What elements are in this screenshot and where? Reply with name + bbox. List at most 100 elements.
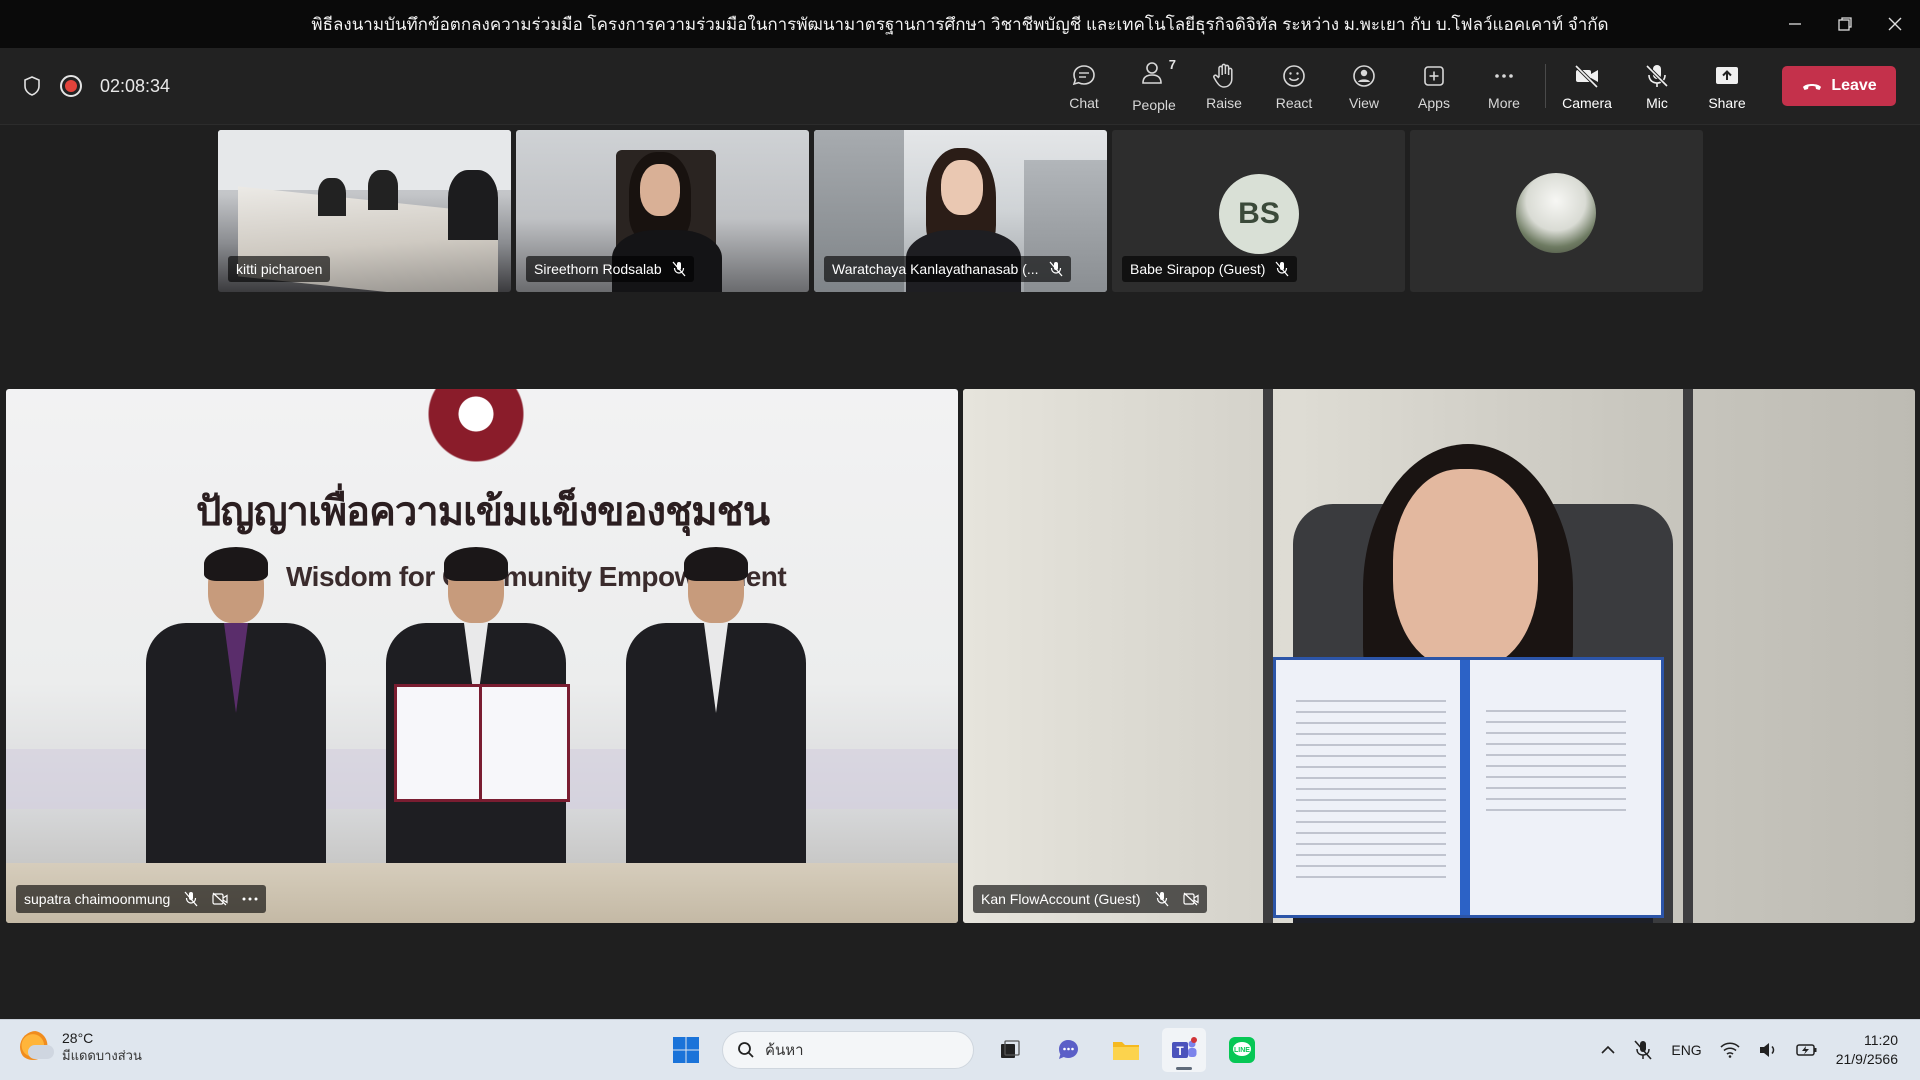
react-button[interactable]: React	[1259, 62, 1329, 111]
mic-muted-tray-icon[interactable]	[1633, 1039, 1653, 1061]
chat-button[interactable]: Chat	[1049, 62, 1119, 111]
participant-video[interactable]: ปัญญาเพื่อความเข้มแข็งของชุมชน Wisdom fo…	[6, 389, 958, 923]
shield-icon[interactable]	[22, 75, 42, 97]
input-language[interactable]: ENG	[1671, 1042, 1701, 1058]
more-dots-icon	[1495, 73, 1513, 78]
participant-name-tag: Waratchaya Kanlayathanasab (...	[824, 256, 1071, 282]
weather-condition: มีแดดบางส่วน	[62, 1048, 142, 1063]
weather-temperature: 28°C	[62, 1030, 94, 1046]
mic-button[interactable]: Mic	[1622, 62, 1692, 111]
chat-icon	[1072, 64, 1095, 85]
participant-tile[interactable]: Waratchaya Kanlayathanasab (...	[814, 130, 1107, 292]
windows-taskbar: 28°C มีแดดบางส่วน ค้นหา T LINE ENG 11:20…	[0, 1019, 1920, 1080]
partly-sunny-icon	[20, 1031, 54, 1063]
video-off-icon	[1182, 892, 1199, 906]
participant-name-tag: Sireethorn Rodsalab	[526, 256, 694, 282]
start-button[interactable]	[664, 1028, 708, 1072]
battery-charging-icon[interactable]	[1795, 1042, 1818, 1058]
mic-muted-icon	[1155, 891, 1169, 907]
weather-widget[interactable]: 28°C มีแดดบางส่วน	[20, 1030, 142, 1064]
restore-icon	[1838, 17, 1852, 31]
window-frame	[1683, 389, 1693, 923]
weather-text: 28°C มีแดดบางส่วน	[62, 1030, 142, 1064]
taskbar-chat-app[interactable]	[1046, 1028, 1090, 1072]
volume-icon[interactable]	[1758, 1042, 1778, 1058]
taskbar-apps: ค้นหา T LINE	[664, 1028, 1264, 1072]
svg-text:LINE: LINE	[1234, 1047, 1250, 1054]
share-label: Share	[1708, 94, 1746, 111]
minimize-button[interactable]	[1770, 0, 1820, 48]
mic-muted-icon	[672, 261, 686, 277]
person-right	[626, 547, 806, 883]
participant-video[interactable]: Kan FlowAccount (Guest)	[963, 389, 1915, 923]
taskbar-search[interactable]: ค้นหา	[722, 1031, 974, 1069]
close-window-button[interactable]	[1870, 0, 1920, 48]
people-button[interactable]: 7 People	[1119, 57, 1189, 113]
teams-chat-icon	[1059, 1040, 1078, 1059]
apps-label: Apps	[1418, 94, 1450, 111]
seated-person	[318, 178, 346, 216]
close-icon	[1888, 17, 1902, 31]
raise-hand-button[interactable]: Raise	[1189, 62, 1259, 111]
mic-muted-icon	[1275, 261, 1289, 277]
chevron-up-icon[interactable]	[1601, 1045, 1615, 1055]
smiley-icon	[1283, 64, 1305, 87]
mic-off-icon	[1645, 64, 1669, 87]
participant-name: Sireethorn Rodsalab	[534, 261, 662, 277]
line-app-button[interactable]: LINE	[1220, 1028, 1264, 1072]
share-screen-icon	[1716, 66, 1738, 84]
participant-name: Babe Sirapop (Guest)	[1130, 261, 1266, 277]
participant-thumbnails: kitti picharoen Sireethorn Rodsalab Wara…	[218, 130, 1703, 292]
avatar: BS	[1219, 174, 1299, 254]
participant-face	[1393, 469, 1538, 669]
teams-icon: T	[1172, 1037, 1197, 1058]
view-icon	[1353, 64, 1375, 87]
mic-muted-icon	[1049, 261, 1062, 277]
video-off-icon	[212, 892, 228, 906]
people-icon-wrap: 7	[1140, 57, 1176, 92]
apps-button[interactable]: Apps	[1399, 62, 1469, 111]
clock-time: 11:20	[1864, 1032, 1898, 1048]
file-explorer-button[interactable]	[1104, 1028, 1148, 1072]
window-frame	[1263, 389, 1273, 923]
recording-indicator-icon	[60, 75, 82, 97]
camera-button[interactable]: Camera	[1552, 62, 1622, 111]
participant-tile[interactable]: kitti picharoen	[218, 130, 511, 292]
taskbar-clock[interactable]: 11:20 21/9/2566	[1836, 1031, 1898, 1069]
leave-label: Leave	[1831, 77, 1877, 94]
people-count: 7	[1168, 57, 1176, 72]
people-label: People	[1132, 97, 1176, 113]
wifi-icon[interactable]	[1720, 1042, 1740, 1058]
backdrop-slogan: ปัญญาเพื่อความเข้มแข็งของชุมชน	[196, 490, 770, 534]
task-view-icon	[1001, 1040, 1020, 1058]
participant-tile[interactable]	[1410, 130, 1703, 292]
more-options-icon[interactable]	[242, 896, 258, 902]
participant-face	[640, 164, 680, 216]
view-label: View	[1348, 94, 1380, 111]
restore-button[interactable]	[1820, 0, 1870, 48]
svg-text:T: T	[1176, 1044, 1184, 1058]
meeting-toolbar: 02:08:34 Chat 7 People Raise React View	[0, 48, 1920, 125]
clock-date: 21/9/2566	[1835, 1051, 1898, 1067]
leave-button[interactable]: Leave	[1782, 66, 1896, 106]
participant-tile[interactable]: BS Babe Sirapop (Guest)	[1112, 130, 1405, 292]
mic-muted-icon	[184, 891, 198, 907]
window-background	[963, 389, 1273, 923]
more-label: More	[1488, 94, 1520, 111]
task-view-button[interactable]	[988, 1028, 1032, 1072]
teams-button[interactable]: T	[1162, 1028, 1206, 1072]
camera-off-icon	[1574, 64, 1599, 88]
share-button[interactable]: Share	[1692, 62, 1762, 111]
participant-name: Kan FlowAccount (Guest)	[981, 891, 1141, 907]
window-title: พิธีลงนามบันทึกข้อตกลงความร่วมมือ โครงกา…	[311, 14, 1609, 34]
participant-tile[interactable]: Sireethorn Rodsalab	[516, 130, 809, 292]
phone-hangup-icon	[1803, 84, 1822, 90]
people-icon	[1142, 62, 1162, 84]
raise-hand-icon	[1213, 63, 1233, 88]
participant-name-tag: Kan FlowAccount (Guest)	[973, 885, 1207, 913]
view-button[interactable]: View	[1329, 62, 1399, 111]
more-button[interactable]: More	[1469, 62, 1539, 111]
search-icon	[738, 1042, 754, 1058]
windows-logo-icon	[673, 1037, 699, 1063]
avatar	[1516, 173, 1596, 253]
